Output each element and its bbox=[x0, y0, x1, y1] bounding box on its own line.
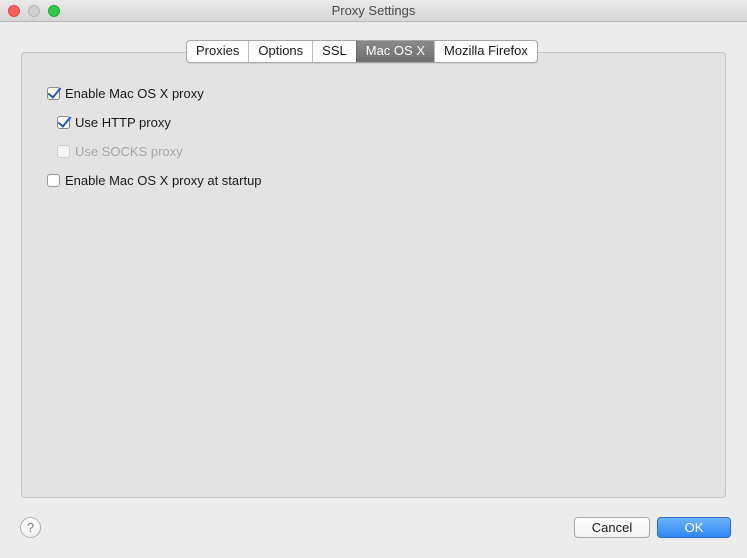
enable-mac-proxy-checkbox[interactable] bbox=[47, 86, 60, 100]
tab-ssl[interactable]: SSL bbox=[312, 41, 356, 62]
cancel-button[interactable]: Cancel bbox=[574, 517, 650, 538]
use-socks-proxy-label: Use SOCKS proxy bbox=[75, 143, 183, 159]
enable-proxy-at-startup-option[interactable]: Enable Mac OS X proxy at startup bbox=[47, 171, 262, 189]
use-http-proxy-option[interactable]: Use HTTP proxy bbox=[57, 113, 171, 131]
enable-proxy-at-startup-checkbox[interactable] bbox=[47, 173, 60, 187]
tab-bar: Proxies Options SSL Mac OS X Mozilla Fir… bbox=[186, 40, 538, 63]
use-http-proxy-label[interactable]: Use HTTP proxy bbox=[75, 115, 171, 130]
tab-mozilla-firefox[interactable]: Mozilla Firefox bbox=[434, 41, 537, 62]
proxy-settings-window: Proxy Settings Proxies Options SSL Mac O… bbox=[0, 0, 747, 558]
enable-mac-proxy-option[interactable]: Enable Mac OS X proxy bbox=[47, 84, 204, 102]
use-socks-proxy-option: Use SOCKS proxy bbox=[57, 142, 183, 160]
tab-proxies[interactable]: Proxies bbox=[187, 41, 248, 62]
ok-button[interactable]: OK bbox=[657, 517, 731, 538]
enable-mac-proxy-label[interactable]: Enable Mac OS X proxy bbox=[65, 86, 204, 101]
window-title: Proxy Settings bbox=[331, 3, 416, 18]
tab-options[interactable]: Options bbox=[248, 41, 312, 62]
use-http-proxy-checkbox[interactable] bbox=[57, 115, 70, 129]
title-bar: Proxy Settings bbox=[0, 0, 747, 22]
help-button[interactable]: ? bbox=[20, 517, 41, 538]
enable-proxy-at-startup-label[interactable]: Enable Mac OS X proxy at startup bbox=[65, 173, 262, 188]
use-socks-proxy-checkbox bbox=[57, 144, 70, 158]
tab-mac-os-x[interactable]: Mac OS X bbox=[355, 41, 434, 62]
